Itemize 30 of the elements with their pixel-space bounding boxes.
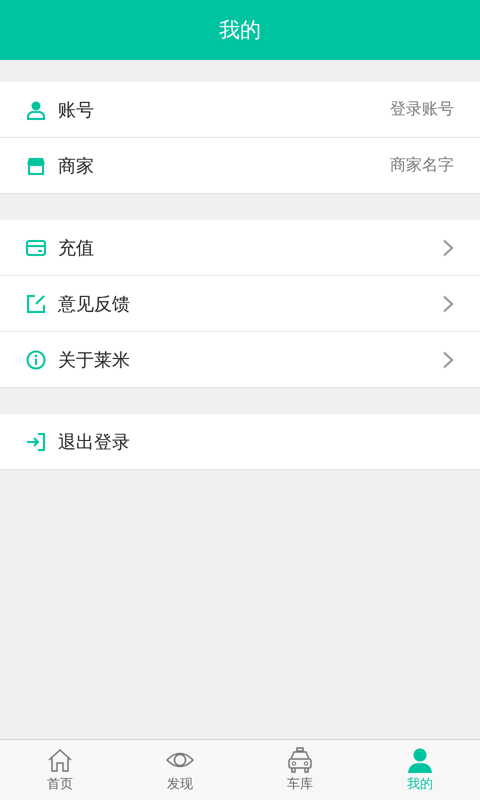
logout-icon	[26, 432, 46, 452]
info-icon	[26, 350, 46, 370]
menu-label: 退出登录	[58, 430, 131, 454]
menu-item[interactable]: 关于莱米	[0, 331, 480, 387]
menu-item[interactable]: 充值	[0, 220, 480, 275]
person-icon	[406, 747, 434, 773]
tab[interactable]: 发现	[120, 740, 240, 800]
chevron-icon	[442, 238, 454, 256]
menu-item[interactable]: 意见反馈	[0, 275, 480, 331]
menu-label: 关于莱米	[58, 348, 131, 372]
tab[interactable]: 首页	[0, 740, 120, 800]
home-icon	[46, 747, 74, 773]
menu-item[interactable]: 商家 商家名字	[0, 137, 480, 193]
menu-label: 充值	[58, 236, 95, 260]
menu-label: 商家	[58, 154, 95, 178]
menu-item[interactable]: 账号 登录账号	[0, 82, 480, 137]
card-icon	[26, 238, 46, 258]
chevron-icon	[442, 294, 454, 312]
taxi-icon	[286, 747, 314, 773]
chevron-icon	[442, 350, 454, 368]
page-title: 我的	[219, 17, 261, 44]
menu-item[interactable]: 退出登录	[0, 414, 480, 469]
person-icon	[26, 100, 46, 120]
edit-icon	[26, 294, 46, 314]
menu-value: 商家名字	[390, 155, 454, 176]
menu-label: 意见反馈	[58, 292, 131, 316]
menu-label: 账号	[58, 98, 95, 122]
tab[interactable]: 车库	[240, 740, 360, 800]
shop-icon	[26, 156, 46, 176]
menu-value: 登录账号	[390, 99, 454, 120]
